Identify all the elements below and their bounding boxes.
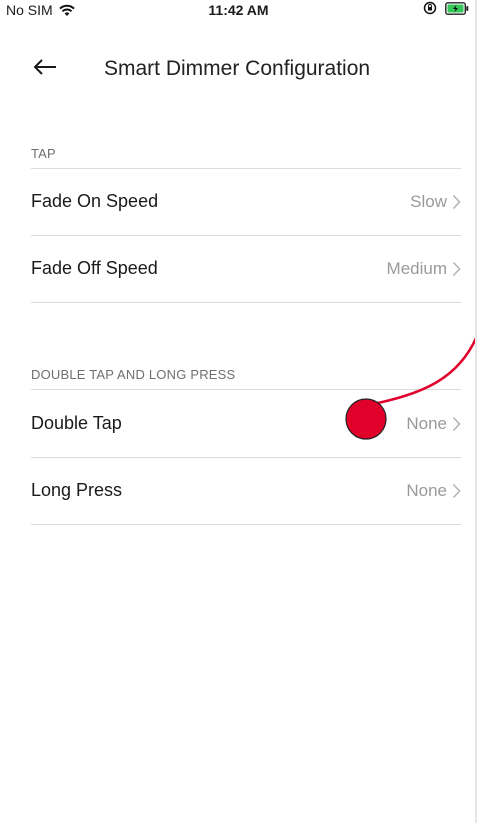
status-right: [423, 1, 469, 15]
orientation-lock-icon: [423, 1, 437, 15]
row-label: Fade Off Speed: [31, 258, 158, 278]
row-value: None: [406, 481, 447, 500]
row-value: Slow: [410, 192, 447, 211]
status-time: 11:42 AM: [208, 2, 269, 18]
chevron-right-icon: [452, 416, 461, 432]
row-label: Long Press: [31, 480, 123, 500]
back-button[interactable]: [30, 52, 60, 82]
battery-charging-icon: [445, 1, 469, 15]
row-fade-off-speed[interactable]: Fade Off Speed Medium: [31, 236, 461, 303]
back-arrow-icon: [33, 59, 56, 75]
row-fade-on-speed[interactable]: Fade On Speed Slow: [31, 169, 461, 236]
row-value: Medium: [386, 259, 447, 278]
row-double-tap[interactable]: Double Tap None: [31, 391, 461, 458]
row-long-press[interactable]: Long Press None: [31, 458, 461, 525]
section-header-tap: TAP: [31, 146, 56, 161]
row-value: None: [406, 414, 447, 433]
chevron-right-icon: [452, 194, 461, 210]
chevron-right-icon: [452, 483, 461, 499]
status-bar: No SIM 11:42 AM: [0, 0, 477, 22]
row-label: Fade On Speed: [31, 191, 159, 211]
chevron-right-icon: [452, 261, 461, 277]
row-label: Double Tap: [31, 413, 122, 433]
navigation-bar: Smart Dimmer Configuration: [0, 44, 477, 92]
section-header-double-tap-long-press: DOUBLE TAP AND LONG PRESS: [31, 367, 236, 382]
page-title: Smart Dimmer Configuration: [104, 57, 371, 80]
section-divider: [31, 389, 461, 390]
